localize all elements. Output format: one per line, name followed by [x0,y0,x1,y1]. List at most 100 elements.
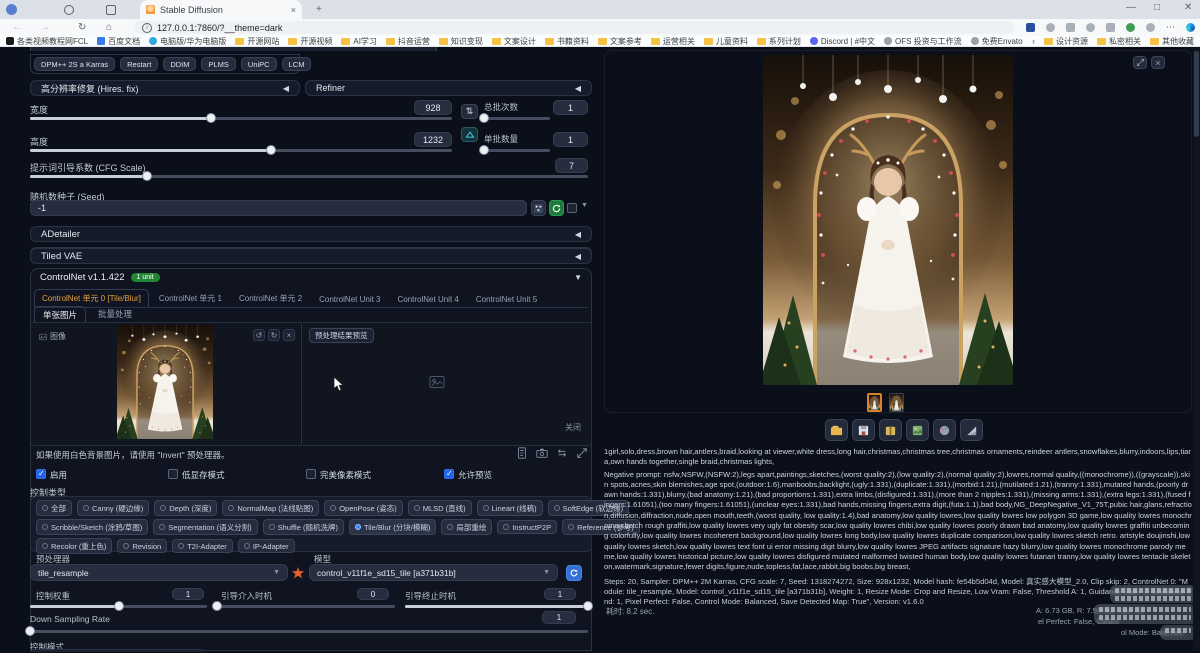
random-seed-button[interactable] [531,200,546,216]
new-canvas-icon[interactable] [516,447,528,459]
collections-icon[interactable] [1086,23,1095,32]
model-dropdown[interactable]: control_v11f1e_sd15_tile [a371b31b]▼ [309,564,558,581]
seed-input[interactable]: -1 [30,200,527,216]
sampler-button[interactable]: DDIM [163,57,196,71]
seed-extra-dropdown-icon[interactable]: ▼ [581,202,588,209]
undo-icon[interactable]: ↺ [253,329,265,341]
refiner-accordion[interactable]: Refiner ◀ [305,80,592,96]
redo-icon[interactable]: ↻ [268,329,280,341]
back-icon[interactable]: ← [12,18,22,37]
extension-icon[interactable] [1146,23,1155,32]
control-type-radio[interactable]: IP-Adapter [238,539,295,553]
save-button[interactable] [852,419,875,441]
controlnet-unit-tab[interactable]: ControlNet 单元 2 [232,290,309,307]
controlnet-unit-tab[interactable]: ControlNet Unit 4 [390,292,465,307]
control-type-radio[interactable]: 局部重绘 [441,519,492,535]
mirror-webcam-icon[interactable] [556,447,568,459]
width-slider[interactable] [30,117,452,120]
control-type-radio[interactable]: OpenPose (姿态) [324,500,403,516]
bookmark-item[interactable]: Discord | #中文 [810,36,875,47]
bookmark-item[interactable]: 儿童资料 [704,36,748,47]
controlnet-accordion[interactable]: ControlNet v1.1.422 1 unit ▼ [30,268,592,286]
control-type-radio[interactable]: Recolor (重上色) [36,538,112,554]
bookmark-item[interactable]: 系列计划 [757,36,801,47]
sampler-button[interactable]: LCM [282,57,312,71]
preprocessor-dropdown[interactable]: tile_resample▼ [30,564,288,581]
window-maximize-button[interactable]: □ [1154,2,1160,13]
extension-icon[interactable] [1106,23,1115,32]
page-scrollbar[interactable] [1193,47,1200,651]
refresh-icon[interactable]: ↻ [78,18,86,37]
guidance-start-slider[interactable] [217,605,395,608]
control-type-radio[interactable]: Tile/Blur (分块/模糊) [349,519,436,535]
control-weight-slider[interactable] [30,605,207,608]
new-tab-button[interactable]: + [316,0,322,19]
open-folder-button[interactable] [825,419,848,441]
cfg-scale-input[interactable]: 7 [555,158,588,173]
generated-image[interactable] [763,55,1013,385]
controlnet-subtab[interactable]: 批量处理 [90,306,140,323]
guidance-end-slider[interactable] [405,605,588,608]
bookmark-item[interactable]: 各类视频教程网FCL [6,36,88,47]
option-checkbox[interactable] [306,469,316,479]
tab-search-icon[interactable] [64,5,74,15]
home-icon[interactable]: ⌂ [106,18,112,37]
controlnet-unit-tab[interactable]: ControlNet Unit 5 [469,292,544,307]
controlnet-unit-tab[interactable]: ControlNet Unit 3 [312,292,387,307]
bookmark-item[interactable]: 设计资源 [1044,36,1088,47]
bookmark-item[interactable]: 开源网站 [235,36,279,47]
bookmark-item[interactable]: AI学习 [341,36,377,47]
send-to-extras-button[interactable] [960,419,983,441]
sampler-button[interactable]: DPM++ 2S a Karras [34,57,115,71]
height-slider[interactable] [30,149,452,152]
workspaces-icon[interactable] [106,5,116,15]
guidance-start-input[interactable]: 0 [357,588,389,600]
scrollbar-thumb[interactable] [1194,51,1199,137]
option-checkbox[interactable] [36,469,46,479]
extension-icon[interactable] [1046,23,1055,32]
width-input[interactable]: 928 [414,100,452,115]
aspect-ratio-button[interactable] [461,127,478,142]
control-type-radio[interactable]: NormalMap (法线贴图) [222,500,319,516]
bookmark-item[interactable]: OFS 投资与工作流 [884,36,962,47]
batch-size-input[interactable]: 1 [553,132,588,147]
control-type-radio[interactable]: Lineart (线稿) [477,500,543,516]
browser-tab[interactable]: Stable Diffusion × [140,0,302,19]
control-type-radio[interactable]: Canny (硬边缘) [77,500,149,516]
swap-width-height-button[interactable]: ⇅ [461,104,478,119]
option-checkbox[interactable] [444,469,454,479]
bookmark-item[interactable]: 书籍资料 [545,36,589,47]
controlnet-image-pane[interactable]: 图像 ↺ ↻ × [30,322,302,446]
control-type-radio[interactable]: Depth (深度) [154,500,217,516]
sampler-button[interactable]: PLMS [201,57,235,71]
extension-icon[interactable] [1026,23,1035,32]
control-type-radio[interactable]: 全部 [36,500,72,516]
cfg-scale-slider[interactable] [30,175,588,178]
webcam-icon[interactable] [536,447,548,459]
site-info-icon[interactable]: i [142,23,152,33]
close-gallery-icon[interactable]: × [1151,56,1165,69]
control-type-radio[interactable]: Segmentation (语义分割) [153,519,257,535]
controlnet-subtab[interactable]: 单张图片 [34,306,86,323]
controlnet-unit-tab[interactable]: ControlNet 单元 1 [152,290,229,307]
batch-size-slider[interactable] [484,149,550,152]
bookmark-item[interactable]: 知识变现 [439,36,483,47]
save-zip-button[interactable] [879,419,902,441]
extension-icon[interactable] [1126,23,1135,32]
preview-close-button[interactable]: 关闭 [565,422,581,433]
window-close-button[interactable]: ✕ [1184,2,1192,13]
batch-count-slider[interactable] [484,117,550,120]
hires-fix-accordion[interactable]: 高分辨率修复 (Hires. fix) ◀ [30,80,300,96]
browser-profile-icon[interactable] [6,4,17,15]
forward-icon[interactable]: → [40,18,50,37]
guidance-end-input[interactable]: 1 [544,588,576,600]
height-input[interactable]: 1232 [414,132,452,147]
sampler-button[interactable]: UniPC [241,57,277,71]
bookmark-item[interactable]: 文案设计 [492,36,536,47]
batch-count-input[interactable]: 1 [553,100,588,115]
controlnet-input-image[interactable] [117,325,213,439]
control-type-radio[interactable]: Revision [117,539,167,553]
control-type-radio[interactable]: MLSD (直线) [408,500,472,516]
tiled-vae-accordion[interactable]: Tiled VAE◀ [30,248,592,264]
gallery-thumbnail-selected[interactable] [867,393,882,412]
